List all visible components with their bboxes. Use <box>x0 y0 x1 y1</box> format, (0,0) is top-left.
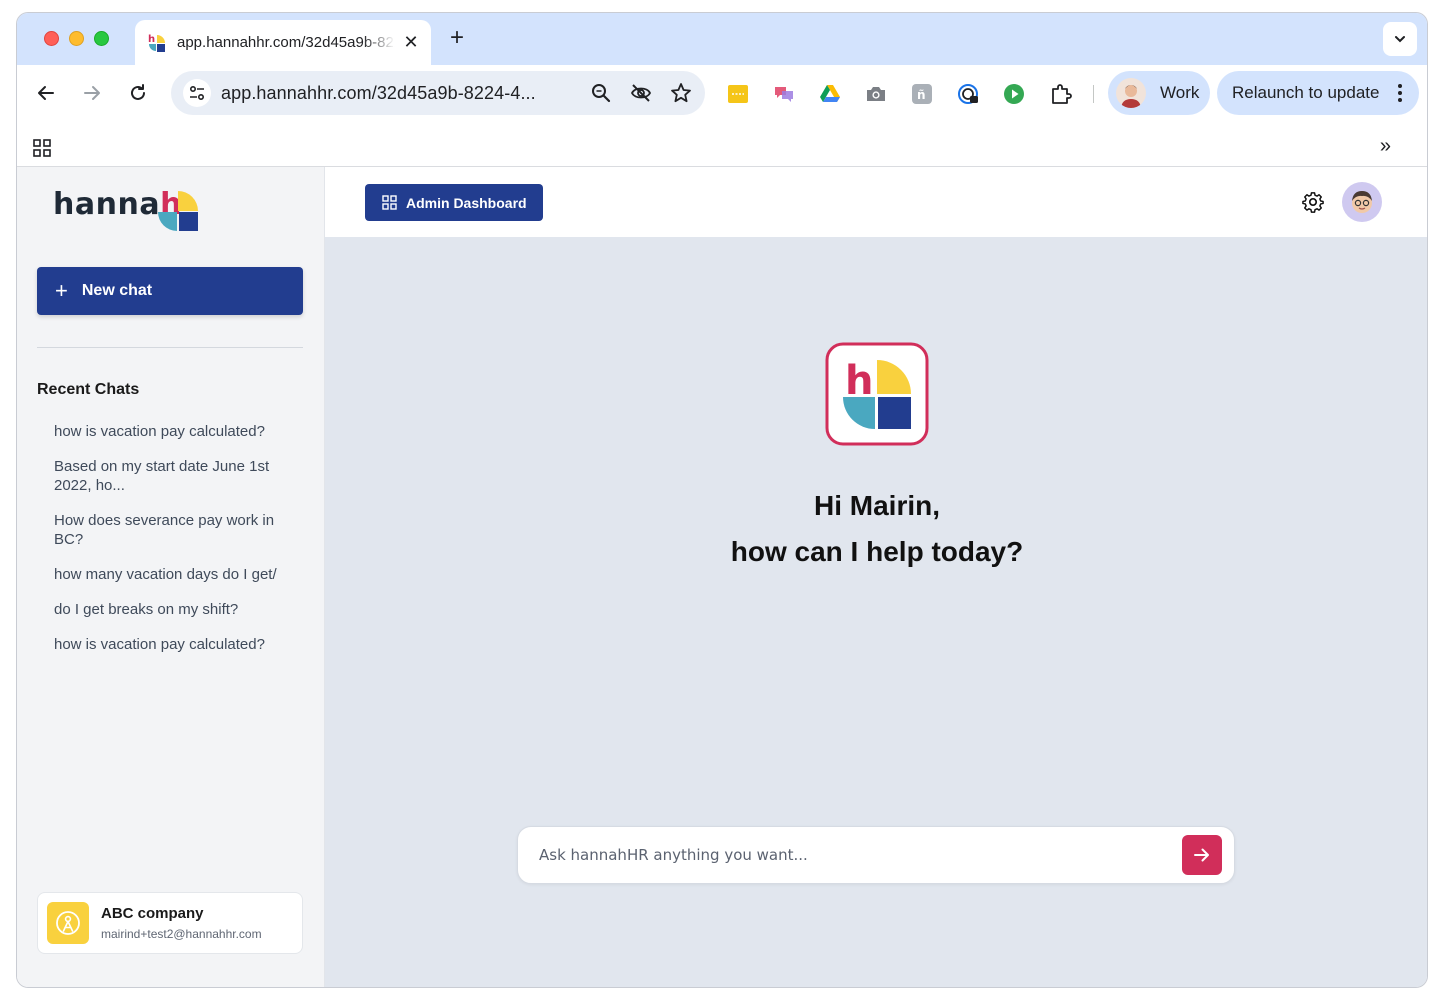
browser-tab[interactable]: h app.hannahhr.com/32d45a9b-8224-4 ✕ <box>135 20 431 65</box>
site-info-button[interactable] <box>183 79 211 107</box>
greeting-line-2: how can I help today? <box>730 536 1024 567</box>
profile-button[interactable]: Work <box>1108 71 1210 115</box>
star-icon <box>671 83 691 103</box>
recent-chat-item[interactable]: how is vacation pay calculated? <box>54 635 284 654</box>
screenshot-extension[interactable] <box>865 83 887 105</box>
address-bar[interactable]: app.hannahhr.com/32d45a9b-8224-4... <box>171 71 705 115</box>
recent-chat-item[interactable]: do I get breaks on my shift? <box>54 600 284 619</box>
memoji-avatar-icon <box>1352 191 1372 213</box>
tab-close-icon[interactable]: ✕ <box>401 32 421 53</box>
arrow-right-icon <box>84 86 100 100</box>
translate-extension[interactable]: ñ <box>911 83 933 105</box>
chat-input-bar <box>517 826 1235 884</box>
person-avatar-icon <box>1121 85 1141 108</box>
bookmarks-bar: » <box>17 121 1427 167</box>
tracking-protection-button[interactable] <box>629 81 653 105</box>
minimize-window-button[interactable] <box>69 31 84 46</box>
profile-label: Work <box>1160 83 1200 102</box>
recent-chats-list: how is vacation pay calculated? Based on… <box>54 422 284 670</box>
reload-button[interactable] <box>124 79 152 107</box>
puzzle-icon <box>1052 84 1072 104</box>
broadcast-tower-icon <box>56 911 80 935</box>
company-name: ABC company <box>101 905 204 922</box>
google-drive-extension[interactable] <box>819 83 841 105</box>
recent-chat-item[interactable]: how is vacation pay calculated? <box>54 422 284 441</box>
company-logo <box>47 902 89 944</box>
main-panel: Admin Dashboard h Hi Mairin, how can I h… <box>325 167 1427 987</box>
tab-search-button[interactable] <box>1383 22 1417 56</box>
relaunch-label: Relaunch to update <box>1232 83 1380 102</box>
camera-icon <box>867 87 885 101</box>
bookmark-button[interactable] <box>669 81 693 105</box>
plus-icon: + <box>55 278 68 303</box>
arrow-right-icon <box>1194 848 1209 862</box>
user-email: mairind+test2@hannahhr.com <box>101 927 262 941</box>
user-avatar[interactable] <box>1342 182 1382 222</box>
svg-text:h: h <box>148 34 155 45</box>
hannah-app-icon: h <box>825 342 929 446</box>
eye-off-icon <box>630 84 652 102</box>
recent-chat-item[interactable]: Based on my start date June 1st 2022, ho… <box>54 457 284 495</box>
new-tab-button[interactable]: + <box>445 26 469 50</box>
sidebar-divider <box>37 347 303 348</box>
send-button[interactable] <box>1182 835 1222 875</box>
hannah-logo-mark-icon <box>157 191 198 231</box>
gear-icon[interactable] <box>1302 191 1324 213</box>
chevron-down-icon <box>1395 36 1405 43</box>
extensions-menu-button[interactable] <box>1050 83 1072 105</box>
profile-avatar <box>1116 78 1146 108</box>
arrow-left-icon <box>38 86 54 100</box>
browser-toolbar: app.hannahhr.com/32d45a9b-8224-4... ñ Wo… <box>17 65 1427 121</box>
chat-extension[interactable] <box>773 83 795 105</box>
back-button[interactable] <box>32 79 60 107</box>
greeting-line-1: Hi Mairin, <box>813 490 940 521</box>
zoom-button[interactable] <box>589 81 613 105</box>
sticky-notes-icon <box>728 85 748 103</box>
recent-chat-item[interactable]: How does severance pay work in BC? <box>54 511 284 549</box>
password-manager-extension[interactable] <box>957 83 979 105</box>
hannah-logo[interactable]: hannah <box>53 187 200 233</box>
password-manager-icon <box>958 84 978 104</box>
forward-button[interactable] <box>78 79 106 107</box>
media-player-extension[interactable] <box>1003 83 1025 105</box>
admin-dashboard-label: Admin Dashboard <box>406 194 527 211</box>
top-bar: Admin Dashboard <box>325 167 1427 237</box>
hannah-favicon-icon: h <box>148 34 165 52</box>
apps-grid-icon[interactable] <box>33 139 51 157</box>
chat-input[interactable] <box>539 846 1182 864</box>
relaunch-button[interactable]: Relaunch to update <box>1217 71 1419 115</box>
browser-window: h app.hannahhr.com/32d45a9b-8224-4 ✕ + <box>16 12 1428 988</box>
chat-bubbles-icon <box>775 87 793 102</box>
new-chat-button[interactable]: + New chat <box>37 267 303 315</box>
zoom-icon <box>592 84 611 103</box>
tab-strip: h app.hannahhr.com/32d45a9b-8224-4 ✕ + <box>17 13 1427 65</box>
close-window-button[interactable] <box>44 31 59 46</box>
reload-icon <box>131 84 145 100</box>
recent-chat-item[interactable]: how many vacation days do I get/ <box>54 565 284 584</box>
recent-chats-title: Recent Chats <box>37 381 140 398</box>
kebab-menu-icon[interactable] <box>1389 84 1411 102</box>
logo-text: hanna <box>53 187 161 222</box>
bookmarks-overflow-icon[interactable]: » <box>1380 135 1391 158</box>
tab-title: app.hannahhr.com/32d45a9b-8224-4 <box>177 34 395 51</box>
translate-icon: ñ <box>912 84 932 104</box>
toolbar-separator <box>1093 85 1094 103</box>
admin-dashboard-button[interactable]: Admin Dashboard <box>365 184 543 221</box>
app-root: hannah + New chat Recent Chats how is va… <box>17 167 1427 987</box>
svg-text:ñ: ñ <box>917 88 926 102</box>
url-text[interactable]: app.hannahhr.com/32d45a9b-8224-4... <box>221 83 573 104</box>
maximize-window-button[interactable] <box>94 31 109 46</box>
sidebar: hannah + New chat Recent Chats how is va… <box>17 167 325 987</box>
tune-icon <box>189 85 205 101</box>
new-chat-label: New chat <box>81 282 153 299</box>
greeting: Hi Mairin, how can I help today? <box>325 483 1427 575</box>
play-icon <box>1004 84 1024 104</box>
company-switcher[interactable]: ABC company mairind+test2@hannahhr.com <box>37 892 303 954</box>
google-drive-icon <box>820 85 840 102</box>
dashboard-grid-icon <box>382 195 397 210</box>
sticky-notes-extension[interactable] <box>727 83 749 105</box>
